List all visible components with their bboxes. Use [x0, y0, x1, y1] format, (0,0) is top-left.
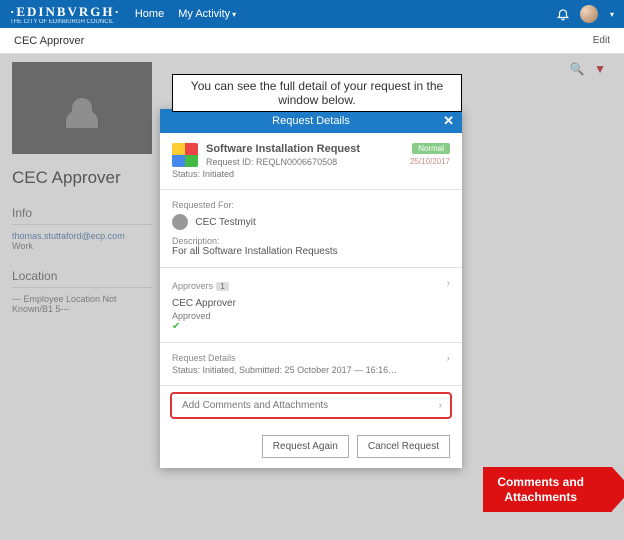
chevron-right-icon: ›	[447, 353, 450, 364]
close-icon[interactable]: ✕	[443, 113, 454, 129]
approvers-count: 1	[216, 282, 228, 291]
arrow-line1: Comments and	[497, 475, 584, 489]
priority-badge: Normal	[412, 143, 450, 154]
nav-home[interactable]: Home	[135, 8, 164, 20]
page-breadcrumb: CEC Approver	[14, 35, 84, 47]
next-step-arrow[interactable]: Comments and Attachments	[483, 467, 612, 512]
modal-requested-for-section: Requested For: CEC Testmyit Description:…	[160, 190, 462, 268]
windows-icon	[172, 143, 198, 167]
add-comments-label: Add Comments and Attachments	[182, 400, 328, 411]
approver-status: Approved	[172, 311, 450, 321]
requested-for-value: CEC Testmyit	[195, 217, 255, 228]
request-details-value: Status: Initiated, Submitted: 25 October…	[172, 365, 450, 375]
request-again-button[interactable]: Request Again	[262, 435, 349, 458]
brand-text: ·EDINBVRGH·	[10, 4, 121, 19]
approvers-label: Approvers	[172, 281, 213, 291]
request-details-modal: Request Details ✕ Normal Software Instal…	[160, 109, 462, 468]
brand-subtext: THE CITY OF EDINBURGH COUNCIL	[10, 19, 121, 25]
description-label: Description:	[172, 236, 450, 246]
modal-actions: Request Again Cancel Request	[160, 425, 462, 468]
avatar-chevron-icon[interactable]: ▾	[610, 10, 614, 19]
request-type: Software Installation Request	[172, 143, 450, 155]
modal-title-text: Request Details	[272, 115, 350, 127]
breadcrumb-bar: CEC Approver Edit	[0, 28, 624, 54]
request-date: 25/10/2017	[410, 157, 450, 166]
instruction-callout: You can see the full detail of your requ…	[172, 74, 462, 112]
cancel-request-button[interactable]: Cancel Request	[357, 435, 450, 458]
requester-avatar-icon	[172, 214, 188, 230]
modal-approvers-section[interactable]: › Approvers 1 CEC Approver Approved ✔	[160, 268, 462, 343]
nav-my-activity[interactable]: My Activity▾	[178, 8, 236, 20]
bell-icon[interactable]	[556, 7, 570, 21]
description-value: For all Software Installation Requests	[172, 246, 450, 257]
add-comments-row[interactable]: Add Comments and Attachments ›	[170, 392, 452, 419]
user-avatar[interactable]	[580, 5, 598, 23]
requested-for-label: Requested For:	[172, 200, 450, 210]
modal-details-section[interactable]: › Request Details Status: Initiated, Sub…	[160, 343, 462, 386]
approver-name: CEC Approver	[172, 298, 450, 309]
request-id: Request ID: REQLN0006670508	[172, 157, 450, 167]
request-status: Status: Initiated	[172, 169, 450, 179]
chevron-down-icon: ▾	[232, 10, 236, 19]
modal-header-section: Normal Software Installation Request 25/…	[160, 133, 462, 190]
request-details-label: Request Details	[172, 353, 450, 363]
chevron-right-icon: ›	[447, 278, 450, 289]
check-icon: ✔	[172, 321, 450, 332]
chevron-right-icon: ›	[439, 400, 442, 411]
arrow-line2: Attachments	[497, 490, 584, 504]
edit-link[interactable]: Edit	[593, 35, 610, 46]
top-nav: ·EDINBVRGH· THE CITY OF EDINBURGH COUNCI…	[0, 0, 624, 28]
modal-titlebar: Request Details ✕	[160, 109, 462, 133]
brand-logo: ·EDINBVRGH· THE CITY OF EDINBURGH COUNCI…	[10, 4, 121, 25]
